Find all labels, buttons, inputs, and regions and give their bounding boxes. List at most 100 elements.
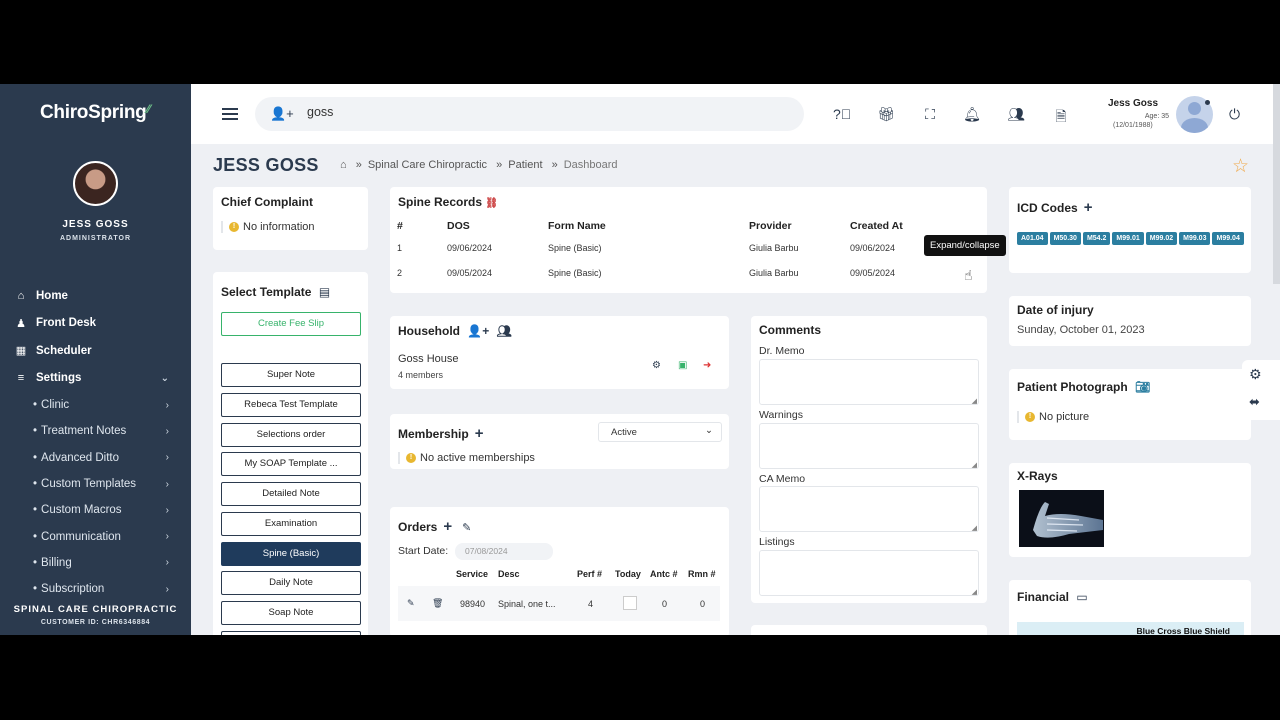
sidebar-nav: ⌂ Home ♟ Front Desk ▦ Scheduler ≡ Settings ⌄ … bbox=[0, 282, 191, 602]
sidebar-item-subscription[interactable]: Subscription› bbox=[0, 576, 191, 602]
template-button[interactable]: Rebeca Test Template bbox=[221, 393, 361, 417]
template-list-icon[interactable]: ▤ bbox=[319, 285, 330, 299]
document-icon[interactable]: 🗎 bbox=[1052, 106, 1070, 130]
listings-label: Listings bbox=[759, 536, 795, 548]
template-button[interactable] bbox=[221, 631, 361, 635]
chief-complaint-text: ! No information bbox=[221, 221, 315, 233]
exit-icon[interactable]: ➜ bbox=[703, 360, 711, 371]
sidebar-item-custom-macros[interactable]: Custom Macros› bbox=[0, 497, 191, 523]
settings-icon[interactable]: ⚙ bbox=[1249, 366, 1262, 383]
settings-icon[interactable]: ⚙ bbox=[652, 360, 661, 371]
table-row[interactable]: ✎ 🗑︎ 98940 Spinal, one t... 4 0 0 bbox=[398, 586, 720, 621]
camera-icon[interactable]: 📷︎ bbox=[1135, 380, 1150, 394]
edit-icon[interactable]: ✎ bbox=[407, 598, 415, 609]
menu-toggle-icon[interactable] bbox=[222, 108, 238, 123]
avatar[interactable] bbox=[73, 161, 118, 206]
chief-complaint-card: Chief Complaint ! No information bbox=[213, 187, 368, 250]
warnings-textarea[interactable] bbox=[759, 423, 979, 469]
bell-icon[interactable]: 🔔︎ bbox=[963, 106, 981, 123]
start-date-input[interactable]: 07/08/2024 bbox=[455, 543, 553, 560]
gift-icon[interactable]: 🎁︎ bbox=[877, 106, 895, 123]
template-button[interactable]: Soap Note bbox=[221, 601, 361, 625]
template-button[interactable]: Examination bbox=[221, 512, 361, 536]
help-icon[interactable]: ?⃝ bbox=[833, 106, 851, 122]
sidebar-item-settings[interactable]: ≡ Settings ⌄ bbox=[0, 365, 191, 393]
fullscreen-icon[interactable]: ⛶ bbox=[921, 106, 939, 123]
spine-records-card: Spine Records ⛓ # DOS Form Name Provider… bbox=[390, 187, 987, 293]
breadcrumb-item[interactable]: Spinal Care Chiropractic bbox=[368, 159, 487, 171]
icd-tag[interactable]: M54.2 bbox=[1082, 232, 1111, 245]
power-icon[interactable]: ⏻ bbox=[1229, 106, 1240, 123]
template-button[interactable]: Daily Note bbox=[221, 571, 361, 595]
star-icon[interactable]: ☆ bbox=[1232, 155, 1249, 178]
sidebar-item-custom-templates[interactable]: Custom Templates› bbox=[0, 471, 191, 497]
insurer-banner[interactable]: Blue Cross Blue Shield bbox=[1017, 622, 1244, 635]
ca-memo-textarea[interactable] bbox=[759, 486, 979, 532]
card-title: ICD Codes + bbox=[1017, 199, 1093, 216]
sidebar-item-home[interactable]: ⌂ Home bbox=[0, 282, 191, 310]
patient-name: Jess Goss bbox=[1108, 98, 1159, 109]
add-order-icon[interactable]: + bbox=[443, 518, 452, 535]
table-row[interactable]: 2 09/05/2024 Spine (Basic) Giulia Barbu … bbox=[397, 260, 977, 285]
patient-photo-text: ! No picture bbox=[1017, 411, 1089, 423]
icd-tag[interactable]: M99.03 bbox=[1179, 232, 1211, 245]
breadcrumb-item[interactable]: Patient bbox=[508, 159, 542, 171]
trash-icon[interactable]: 🗑︎ bbox=[432, 598, 443, 609]
swap-icon[interactable]: ⬌ bbox=[1249, 394, 1260, 410]
icd-tag[interactable]: M99.02 bbox=[1145, 232, 1178, 245]
users-icon[interactable]: 👥︎ bbox=[1007, 106, 1025, 123]
icd-tag[interactable]: M99.04 bbox=[1212, 232, 1244, 245]
money-icon[interactable]: ▣ bbox=[678, 360, 687, 371]
date-of-injury-value: Sunday, October 01, 2023 bbox=[1017, 324, 1145, 336]
template-button[interactable]: Super Note bbox=[221, 363, 361, 387]
expand-collapse-icon[interactable]: ☝ bbox=[964, 267, 973, 284]
membership-status-select[interactable]: Active ⌄ bbox=[598, 422, 722, 442]
sidebar-item-advanced-ditto[interactable]: Advanced Ditto› bbox=[0, 445, 191, 471]
membership-text: ! No active memberships bbox=[398, 452, 535, 464]
dr-memo-textarea[interactable] bbox=[759, 359, 979, 405]
sidebar-item-scheduler[interactable]: ▦ Scheduler bbox=[0, 337, 191, 365]
sliders-icon: ≡ bbox=[17, 372, 25, 385]
template-button[interactable]: My SOAP Template ... bbox=[221, 452, 361, 476]
today-checkbox[interactable] bbox=[623, 596, 637, 610]
icd-tag[interactable]: M50.30 bbox=[1049, 232, 1081, 245]
topbar: 👤+ ?⃝ 🎁︎ ⛶ 🔔︎ 👥︎ 🗎 Jess Goss Age: 35 (12… bbox=[191, 84, 1280, 144]
add-member-icon[interactable]: 👤+ bbox=[467, 324, 489, 338]
xray-image[interactable] bbox=[1019, 490, 1104, 547]
add-icd-icon[interactable]: + bbox=[1084, 199, 1093, 216]
sidebar-item-front-desk[interactable]: ♟ Front Desk bbox=[0, 310, 191, 338]
edit-icon[interactable]: ✎ bbox=[462, 522, 471, 534]
app-logo[interactable]: ChiroSpring⁄⁄ bbox=[40, 102, 150, 124]
scrollbar[interactable] bbox=[1273, 84, 1280, 284]
home-icon[interactable]: ⌂ bbox=[340, 159, 347, 171]
chevron-right-icon: › bbox=[165, 583, 169, 595]
table-header-row: # DOS Form Name Provider Created At bbox=[397, 220, 903, 232]
credit-card-icon[interactable]: ▭ bbox=[1076, 590, 1087, 604]
icd-tag[interactable]: M99.01 bbox=[1112, 232, 1144, 245]
icd-tag[interactable]: A01.04 bbox=[1017, 232, 1048, 245]
sidebar-item-clinic[interactable]: Clinic› bbox=[0, 392, 191, 418]
home-icon: ⌂ bbox=[17, 289, 25, 302]
listings-textarea[interactable] bbox=[759, 550, 979, 596]
info-icon: ! bbox=[229, 222, 239, 233]
add-user-icon[interactable]: 👤+ bbox=[270, 106, 294, 122]
add-membership-icon[interactable]: + bbox=[475, 425, 484, 442]
template-button[interactable]: Selections order bbox=[221, 423, 361, 447]
template-button-active[interactable]: Spine (Basic) bbox=[221, 542, 361, 566]
spine-icon: ⛓ bbox=[485, 198, 499, 209]
template-button[interactable]: Detailed Note bbox=[221, 482, 361, 506]
chevron-right-icon: › bbox=[165, 504, 169, 516]
chevron-right-icon: › bbox=[165, 452, 169, 464]
card-title: Membership + bbox=[398, 425, 484, 442]
sidebar-item-treatment-notes[interactable]: Treatment Notes› bbox=[0, 418, 191, 444]
table-row[interactable]: 1 09/06/2024 Spine (Basic) Giulia Barbu … bbox=[397, 235, 977, 260]
sidebar-item-communication[interactable]: Communication› bbox=[0, 523, 191, 549]
sidebar-item-billing[interactable]: Billing› bbox=[0, 550, 191, 576]
patient-search: 👤+ bbox=[255, 97, 804, 131]
info-icon: ! bbox=[406, 453, 416, 464]
group-icon[interactable]: 👥︎ bbox=[497, 324, 512, 338]
create-fee-slip-button[interactable]: Create Fee Slip bbox=[221, 312, 361, 336]
search-input[interactable] bbox=[307, 105, 777, 119]
spine-records-table: # DOS Form Name Provider Created At 1 09… bbox=[397, 217, 977, 285]
patient-photo-card: Patient Photograph 📷︎ ! No picture bbox=[1009, 369, 1251, 440]
